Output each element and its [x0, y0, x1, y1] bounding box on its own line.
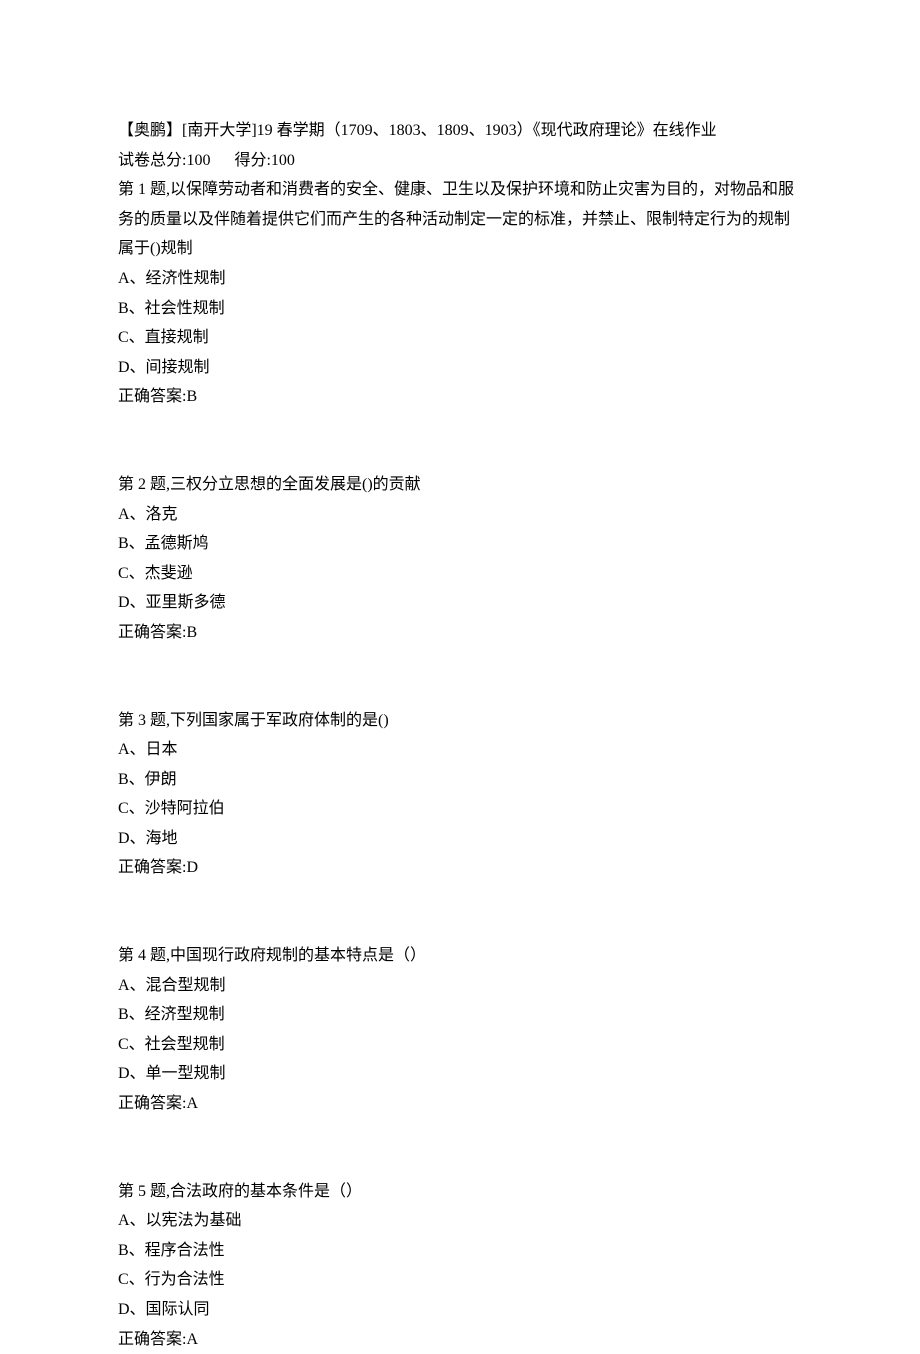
correct-answer: 正确答案:B — [118, 618, 802, 648]
spacer — [118, 648, 802, 706]
option-d: D、国际认同 — [118, 1295, 802, 1325]
option-a: A、日本 — [118, 735, 802, 765]
spacer — [118, 883, 802, 941]
spacer — [118, 1119, 802, 1177]
option-c: C、行为合法性 — [118, 1265, 802, 1295]
option-b: B、程序合法性 — [118, 1236, 802, 1266]
option-a: A、混合型规制 — [118, 971, 802, 1001]
correct-answer: 正确答案:D — [118, 853, 802, 883]
option-b: B、伊朗 — [118, 765, 802, 795]
document-page: 【奥鹏】[南开大学]19 春学期（1709、1803、1809、1903）《现代… — [0, 0, 920, 1354]
option-a: A、洛克 — [118, 500, 802, 530]
spacer — [118, 412, 802, 470]
option-b: B、社会性规制 — [118, 294, 802, 324]
question-2: 第 2 题,三权分立思想的全面发展是()的贡献 A、洛克 B、孟德斯鸠 C、杰斐… — [118, 470, 802, 648]
document-title: 【奥鹏】[南开大学]19 春学期（1709、1803、1809、1903）《现代… — [118, 116, 802, 146]
option-c: C、杰斐逊 — [118, 559, 802, 589]
question-3: 第 3 题,下列国家属于军政府体制的是() A、日本 B、伊朗 C、沙特阿拉伯 … — [118, 706, 802, 884]
option-c: C、直接规制 — [118, 323, 802, 353]
score-line: 试卷总分:100 得分:100 — [118, 146, 802, 176]
option-a: A、以宪法为基础 — [118, 1206, 802, 1236]
option-b: B、孟德斯鸠 — [118, 529, 802, 559]
question-prompt: 第 4 题,中国现行政府规制的基本特点是（） — [118, 941, 802, 971]
option-c: C、社会型规制 — [118, 1030, 802, 1060]
correct-answer: 正确答案:B — [118, 382, 802, 412]
question-prompt: 第 2 题,三权分立思想的全面发展是()的贡献 — [118, 470, 802, 500]
question-5: 第 5 题,合法政府的基本条件是（） A、以宪法为基础 B、程序合法性 C、行为… — [118, 1177, 802, 1354]
question-prompt: 第 5 题,合法政府的基本条件是（） — [118, 1177, 802, 1207]
option-a: A、经济性规制 — [118, 264, 802, 294]
question-prompt: 第 1 题,以保障劳动者和消费者的安全、健康、卫生以及保护环境和防止灾害为目的，… — [118, 175, 802, 264]
correct-answer: 正确答案:A — [118, 1325, 802, 1354]
option-c: C、沙特阿拉伯 — [118, 794, 802, 824]
option-d: D、单一型规制 — [118, 1059, 802, 1089]
option-d: D、间接规制 — [118, 353, 802, 383]
option-b: B、经济型规制 — [118, 1000, 802, 1030]
option-d: D、亚里斯多德 — [118, 588, 802, 618]
question-4: 第 4 题,中国现行政府规制的基本特点是（） A、混合型规制 B、经济型规制 C… — [118, 941, 802, 1119]
correct-answer: 正确答案:A — [118, 1089, 802, 1119]
question-1: 第 1 题,以保障劳动者和消费者的安全、健康、卫生以及保护环境和防止灾害为目的，… — [118, 175, 802, 412]
question-prompt: 第 3 题,下列国家属于军政府体制的是() — [118, 706, 802, 736]
option-d: D、海地 — [118, 824, 802, 854]
